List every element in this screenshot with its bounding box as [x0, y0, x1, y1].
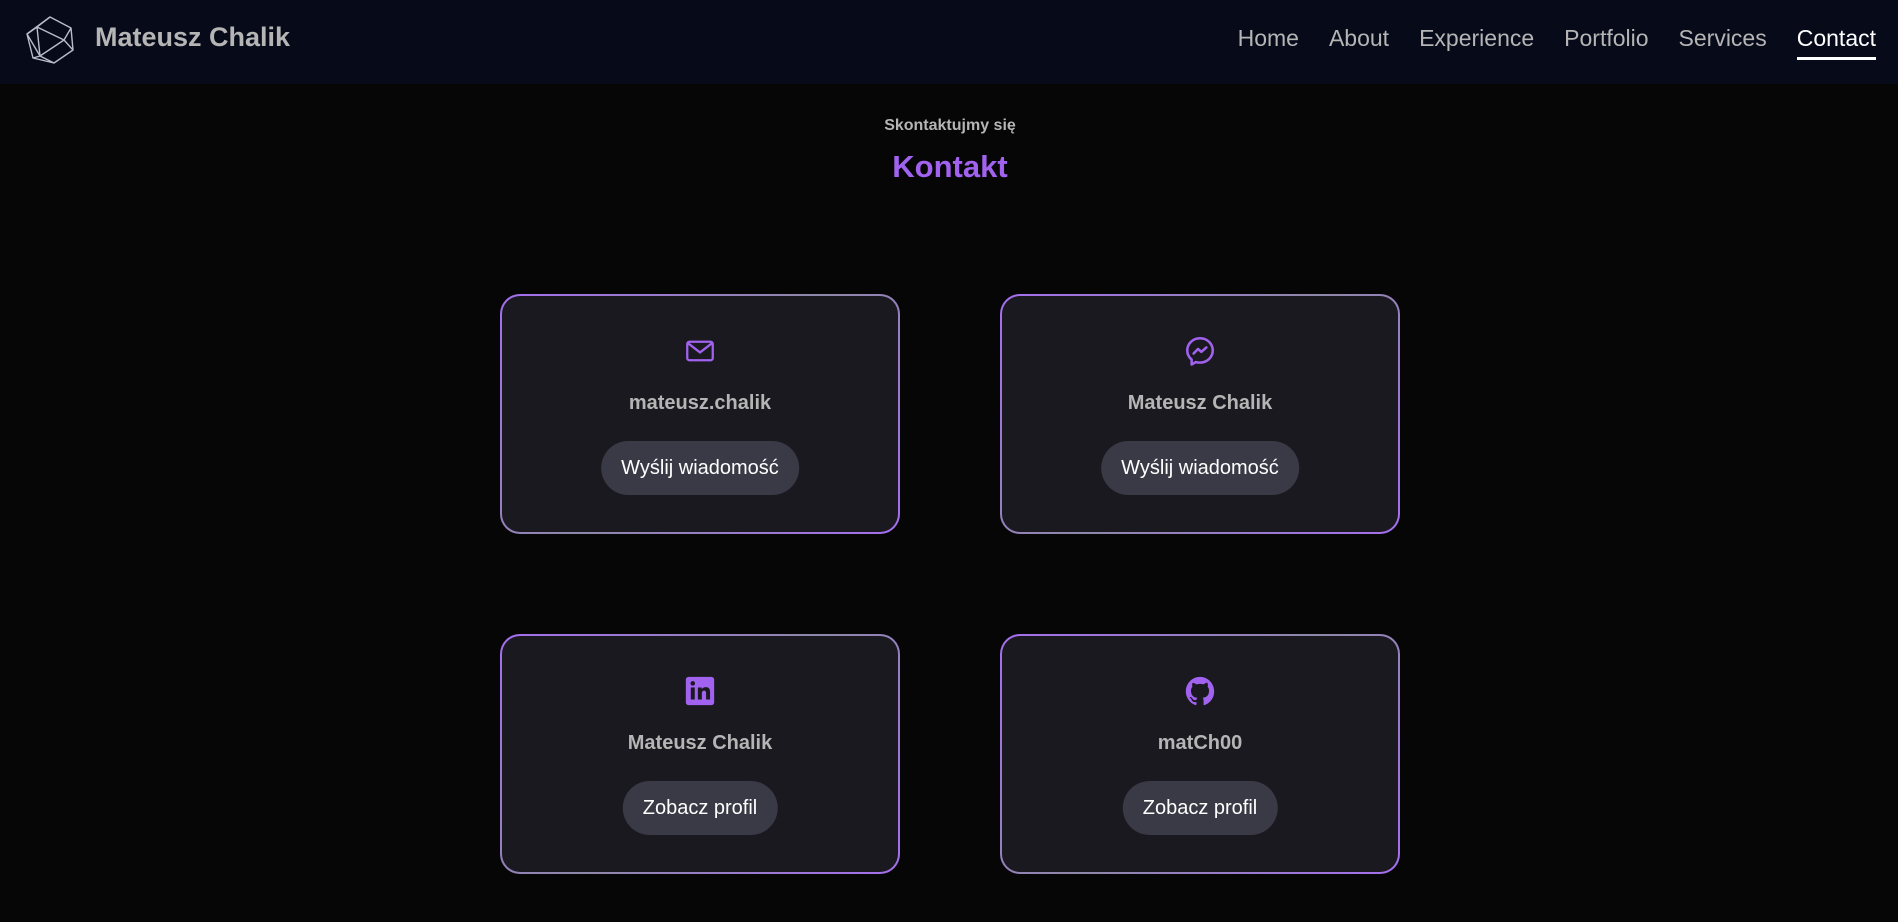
main-nav: Home About Experience Portfolio Services… — [1238, 24, 1876, 64]
navbar: Mateusz Chalik Home About Experience Por… — [0, 0, 1898, 84]
brand-name[interactable]: Mateusz Chalik — [95, 22, 290, 53]
send-message-button[interactable]: Wyślij wiadomość — [601, 441, 799, 495]
view-profile-button[interactable]: Zobacz profil — [622, 781, 778, 835]
card-label: Mateusz Chalik — [1127, 392, 1273, 414]
nav-about[interactable]: About — [1329, 24, 1389, 60]
messenger-icon — [1183, 334, 1217, 368]
contact-card-email: mateusz.chalik Wyślij wiadomość — [500, 294, 900, 534]
contact-card-linkedin: Mateusz Chalik Zobacz profil — [500, 634, 900, 874]
nav-portfolio[interactable]: Portfolio — [1564, 24, 1648, 60]
section-subtitle: Skontaktujmy się — [884, 117, 1016, 134]
polyhedron-logo-icon[interactable] — [24, 16, 76, 64]
section-title: Kontakt — [892, 149, 1008, 184]
card-label: Mateusz Chalik — [627, 732, 773, 754]
view-profile-button[interactable]: Zobacz profil — [1122, 781, 1278, 835]
card-label: mateusz.chalik — [628, 392, 772, 414]
github-icon — [1183, 674, 1217, 708]
card-label: matCh00 — [1157, 732, 1243, 754]
linkedin-icon — [683, 674, 717, 708]
contact-card-github: matCh00 Zobacz profil — [1000, 634, 1400, 874]
nav-services[interactable]: Services — [1679, 24, 1767, 60]
contact-card-messenger: Mateusz Chalik Wyślij wiadomość — [1000, 294, 1400, 534]
mail-icon — [683, 334, 717, 368]
nav-experience[interactable]: Experience — [1419, 24, 1534, 60]
nav-home[interactable]: Home — [1238, 24, 1299, 60]
nav-contact[interactable]: Contact — [1796, 24, 1876, 60]
send-message-button[interactable]: Wyślij wiadomość — [1101, 441, 1299, 495]
